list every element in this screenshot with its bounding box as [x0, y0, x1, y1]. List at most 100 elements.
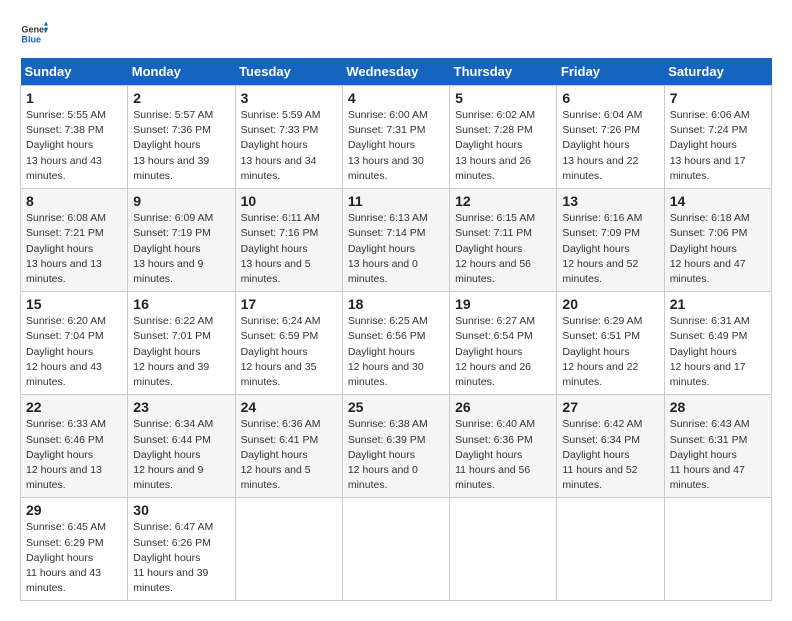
day-number: 2 [133, 90, 229, 106]
calendar-cell [557, 498, 664, 601]
day-number: 14 [670, 193, 766, 209]
day-number: 10 [241, 193, 337, 209]
day-number: 18 [348, 296, 444, 312]
calendar-cell: 8 Sunrise: 6:08 AMSunset: 7:21 PMDayligh… [21, 189, 128, 292]
day-number: 19 [455, 296, 551, 312]
calendar-cell: 6 Sunrise: 6:04 AMSunset: 7:26 PMDayligh… [557, 86, 664, 189]
calendar-cell: 25 Sunrise: 6:38 AMSunset: 6:39 PMDaylig… [342, 395, 449, 498]
calendar-cell [450, 498, 557, 601]
day-number: 24 [241, 399, 337, 415]
col-header-wednesday: Wednesday [342, 58, 449, 86]
calendar-table: SundayMondayTuesdayWednesdayThursdayFrid… [20, 58, 772, 601]
day-number: 13 [562, 193, 658, 209]
col-header-saturday: Saturday [664, 58, 771, 86]
calendar-cell: 13 Sunrise: 6:16 AMSunset: 7:09 PMDaylig… [557, 189, 664, 292]
day-number: 22 [26, 399, 122, 415]
calendar-cell: 22 Sunrise: 6:33 AMSunset: 6:46 PMDaylig… [21, 395, 128, 498]
calendar-cell: 15 Sunrise: 6:20 AMSunset: 7:04 PMDaylig… [21, 292, 128, 395]
day-detail: Sunrise: 6:31 AMSunset: 6:49 PMDaylight … [670, 314, 766, 390]
day-detail: Sunrise: 6:16 AMSunset: 7:09 PMDaylight … [562, 211, 658, 287]
day-detail: Sunrise: 6:38 AMSunset: 6:39 PMDaylight … [348, 417, 444, 493]
calendar-week-row: 15 Sunrise: 6:20 AMSunset: 7:04 PMDaylig… [21, 292, 772, 395]
calendar-cell: 14 Sunrise: 6:18 AMSunset: 7:06 PMDaylig… [664, 189, 771, 292]
day-number: 15 [26, 296, 122, 312]
col-header-friday: Friday [557, 58, 664, 86]
day-number: 29 [26, 502, 122, 518]
day-number: 30 [133, 502, 229, 518]
day-detail: Sunrise: 6:29 AMSunset: 6:51 PMDaylight … [562, 314, 658, 390]
calendar-cell [235, 498, 342, 601]
calendar-cell: 24 Sunrise: 6:36 AMSunset: 6:41 PMDaylig… [235, 395, 342, 498]
day-detail: Sunrise: 6:36 AMSunset: 6:41 PMDaylight … [241, 417, 337, 493]
day-detail: Sunrise: 5:59 AMSunset: 7:33 PMDaylight … [241, 108, 337, 184]
day-detail: Sunrise: 6:34 AMSunset: 6:44 PMDaylight … [133, 417, 229, 493]
calendar-cell: 18 Sunrise: 6:25 AMSunset: 6:56 PMDaylig… [342, 292, 449, 395]
day-detail: Sunrise: 6:13 AMSunset: 7:14 PMDaylight … [348, 211, 444, 287]
calendar-week-row: 8 Sunrise: 6:08 AMSunset: 7:21 PMDayligh… [21, 189, 772, 292]
day-detail: Sunrise: 6:27 AMSunset: 6:54 PMDaylight … [455, 314, 551, 390]
day-detail: Sunrise: 5:55 AMSunset: 7:38 PMDaylight … [26, 108, 122, 184]
day-detail: Sunrise: 6:11 AMSunset: 7:16 PMDaylight … [241, 211, 337, 287]
calendar-cell: 7 Sunrise: 6:06 AMSunset: 7:24 PMDayligh… [664, 86, 771, 189]
day-number: 7 [670, 90, 766, 106]
day-detail: Sunrise: 6:18 AMSunset: 7:06 PMDaylight … [670, 211, 766, 287]
day-number: 8 [26, 193, 122, 209]
day-number: 4 [348, 90, 444, 106]
day-detail: Sunrise: 6:40 AMSunset: 6:36 PMDaylight … [455, 417, 551, 493]
calendar-cell: 3 Sunrise: 5:59 AMSunset: 7:33 PMDayligh… [235, 86, 342, 189]
day-number: 6 [562, 90, 658, 106]
day-detail: Sunrise: 6:00 AMSunset: 7:31 PMDaylight … [348, 108, 444, 184]
day-number: 17 [241, 296, 337, 312]
day-number: 20 [562, 296, 658, 312]
day-number: 25 [348, 399, 444, 415]
day-detail: Sunrise: 6:24 AMSunset: 6:59 PMDaylight … [241, 314, 337, 390]
day-number: 3 [241, 90, 337, 106]
day-number: 28 [670, 399, 766, 415]
col-header-thursday: Thursday [450, 58, 557, 86]
day-detail: Sunrise: 6:47 AMSunset: 6:26 PMDaylight … [133, 520, 229, 596]
calendar-cell: 12 Sunrise: 6:15 AMSunset: 7:11 PMDaylig… [450, 189, 557, 292]
day-detail: Sunrise: 6:43 AMSunset: 6:31 PMDaylight … [670, 417, 766, 493]
day-detail: Sunrise: 6:25 AMSunset: 6:56 PMDaylight … [348, 314, 444, 390]
day-number: 1 [26, 90, 122, 106]
day-detail: Sunrise: 5:57 AMSunset: 7:36 PMDaylight … [133, 108, 229, 184]
calendar-cell [342, 498, 449, 601]
logo-icon: General Blue [20, 20, 48, 48]
day-number: 16 [133, 296, 229, 312]
day-number: 26 [455, 399, 551, 415]
calendar-cell: 17 Sunrise: 6:24 AMSunset: 6:59 PMDaylig… [235, 292, 342, 395]
calendar-cell: 1 Sunrise: 5:55 AMSunset: 7:38 PMDayligh… [21, 86, 128, 189]
calendar-cell: 27 Sunrise: 6:42 AMSunset: 6:34 PMDaylig… [557, 395, 664, 498]
day-number: 23 [133, 399, 229, 415]
calendar-cell: 4 Sunrise: 6:00 AMSunset: 7:31 PMDayligh… [342, 86, 449, 189]
day-detail: Sunrise: 6:06 AMSunset: 7:24 PMDaylight … [670, 108, 766, 184]
calendar-cell: 16 Sunrise: 6:22 AMSunset: 7:01 PMDaylig… [128, 292, 235, 395]
day-number: 11 [348, 193, 444, 209]
calendar-cell: 11 Sunrise: 6:13 AMSunset: 7:14 PMDaylig… [342, 189, 449, 292]
day-detail: Sunrise: 6:08 AMSunset: 7:21 PMDaylight … [26, 211, 122, 287]
calendar-week-row: 1 Sunrise: 5:55 AMSunset: 7:38 PMDayligh… [21, 86, 772, 189]
col-header-tuesday: Tuesday [235, 58, 342, 86]
calendar-cell: 28 Sunrise: 6:43 AMSunset: 6:31 PMDaylig… [664, 395, 771, 498]
calendar-header-row: SundayMondayTuesdayWednesdayThursdayFrid… [21, 58, 772, 86]
page-header: General Blue [20, 20, 772, 48]
calendar-week-row: 29 Sunrise: 6:45 AMSunset: 6:29 PMDaylig… [21, 498, 772, 601]
calendar-cell [664, 498, 771, 601]
day-number: 5 [455, 90, 551, 106]
col-header-monday: Monday [128, 58, 235, 86]
day-detail: Sunrise: 6:45 AMSunset: 6:29 PMDaylight … [26, 520, 122, 596]
day-detail: Sunrise: 6:42 AMSunset: 6:34 PMDaylight … [562, 417, 658, 493]
svg-text:Blue: Blue [21, 34, 41, 44]
calendar-cell: 20 Sunrise: 6:29 AMSunset: 6:51 PMDaylig… [557, 292, 664, 395]
calendar-cell: 9 Sunrise: 6:09 AMSunset: 7:19 PMDayligh… [128, 189, 235, 292]
calendar-cell: 19 Sunrise: 6:27 AMSunset: 6:54 PMDaylig… [450, 292, 557, 395]
calendar-cell: 26 Sunrise: 6:40 AMSunset: 6:36 PMDaylig… [450, 395, 557, 498]
logo: General Blue [20, 20, 48, 48]
calendar-cell: 5 Sunrise: 6:02 AMSunset: 7:28 PMDayligh… [450, 86, 557, 189]
calendar-cell: 10 Sunrise: 6:11 AMSunset: 7:16 PMDaylig… [235, 189, 342, 292]
day-detail: Sunrise: 6:22 AMSunset: 7:01 PMDaylight … [133, 314, 229, 390]
day-detail: Sunrise: 6:09 AMSunset: 7:19 PMDaylight … [133, 211, 229, 287]
day-detail: Sunrise: 6:04 AMSunset: 7:26 PMDaylight … [562, 108, 658, 184]
day-detail: Sunrise: 6:15 AMSunset: 7:11 PMDaylight … [455, 211, 551, 287]
day-detail: Sunrise: 6:02 AMSunset: 7:28 PMDaylight … [455, 108, 551, 184]
